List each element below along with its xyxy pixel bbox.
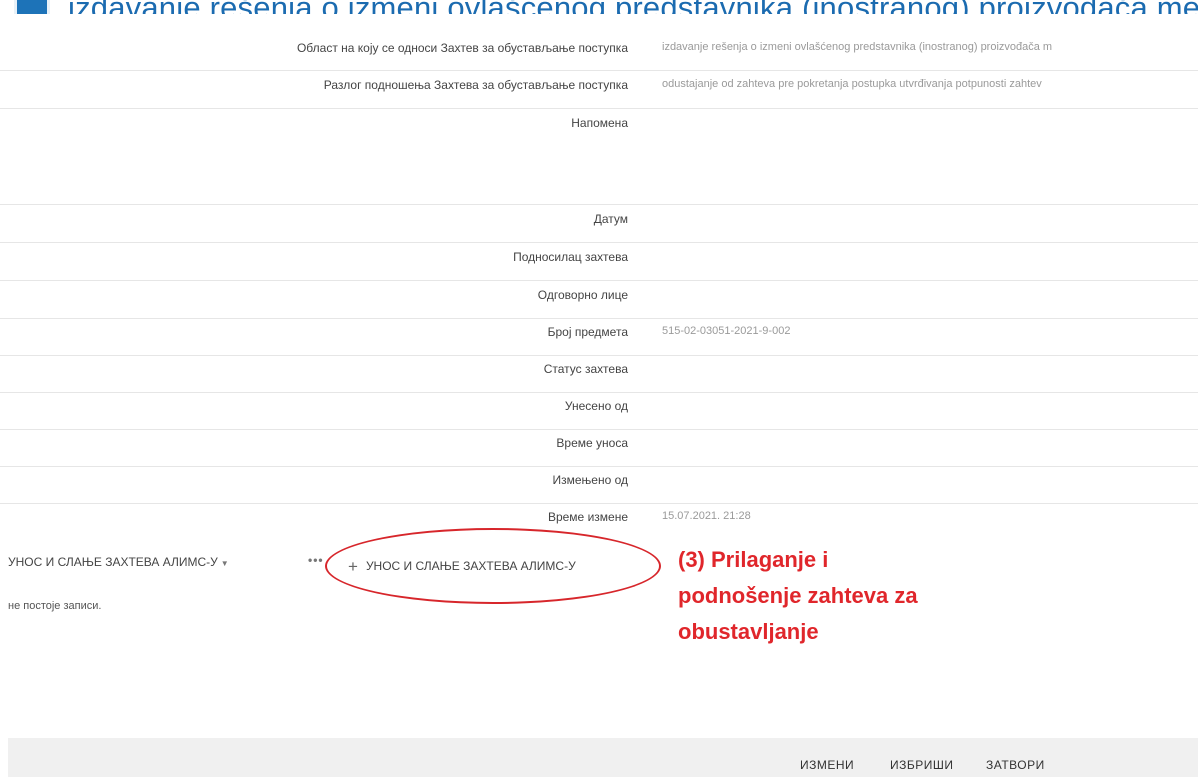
footer-bar: ИЗМЕНИ ИЗБРИШИ ЗАТВОРИ [8, 738, 1198, 777]
annotation-ellipse [325, 528, 661, 604]
field-row-podnosilac: Подносилац захтева [0, 243, 1198, 281]
field-label: Напомена [571, 116, 628, 130]
field-value[interactable]: 515-02-03051-2021-9-002 [662, 325, 1198, 337]
field-label: Подносилац захтева [513, 250, 628, 264]
field-label: Измењено од [552, 473, 628, 487]
annotation-line: obustavljanje [678, 619, 819, 644]
field-row-status: Статус захтева [0, 355, 1198, 393]
field-value[interactable]: 15.07.2021. 21:28 [662, 510, 1198, 522]
field-value[interactable]: odustajanje od zahteva pre pokretanja po… [662, 78, 1198, 90]
subgrid-header: УНОС И СЛАЊЕ ЗАХТЕВА АЛИМС-У ▼ ••• [8, 553, 323, 569]
field-label: Статус захтева [543, 362, 628, 376]
field-row-vreme-unosa: Време уноса [0, 429, 1198, 467]
annotation-line: podnošenje zahteva za [678, 583, 918, 608]
field-label: Област на коју се односи Захтев за обуст… [296, 41, 628, 55]
field-label: Време уноса [556, 436, 628, 450]
delete-button[interactable]: ИЗБРИШИ [890, 758, 954, 772]
field-row-uneseno-od: Унесено од [0, 392, 1198, 430]
subgrid-title[interactable]: УНОС И СЛАЊЕ ЗАХТЕВА АЛИМС-У [8, 555, 218, 569]
field-value[interactable]: izdavanje rešenja o izmeni ovlašćenog pr… [662, 41, 1198, 53]
field-label: Одговорно лице [537, 288, 628, 302]
field-label: Унесено од [564, 399, 628, 413]
field-label: Датум [593, 212, 628, 226]
field-label: Време измене [547, 510, 628, 524]
field-row-broj-predmeta: Број предмета 515-02-03051-2021-9-002 [0, 318, 1198, 356]
annotation-text: (3) Prilaganje i podnošenje zahteva za o… [678, 542, 1018, 650]
more-icon[interactable]: ••• [308, 553, 324, 567]
empty-records-text: не постоје записи. [8, 600, 102, 612]
chevron-down-icon[interactable]: ▼ [221, 559, 229, 568]
field-label: Разлог подношења Захтева за обустављање … [323, 78, 628, 92]
field-row-razlog: Разлог подношења Захтева за обустављање … [0, 71, 1198, 109]
field-row-izmenjeno-od: Измењено од [0, 466, 1198, 504]
close-button[interactable]: ЗАТВОРИ [986, 758, 1045, 772]
title-mask [0, 14, 1198, 36]
edit-button[interactable]: ИЗМЕНИ [800, 758, 854, 772]
field-row-napomena: Напомена [0, 109, 1198, 205]
field-row-vreme-izmene: Време измене 15.07.2021. 21:28 [0, 503, 1198, 540]
title-bar: izdavanje rešenja o izmeni ovlašćenog pr… [0, 0, 1198, 38]
field-label: Број предмета [547, 325, 628, 339]
annotation-line: (3) Prilaganje i [678, 547, 829, 572]
field-row-datum: Датум [0, 205, 1198, 243]
field-row-odgovorno-lice: Одговорно лице [0, 281, 1198, 319]
field-row-oblast: Област на коју се односи Захтев за обуст… [0, 34, 1198, 71]
